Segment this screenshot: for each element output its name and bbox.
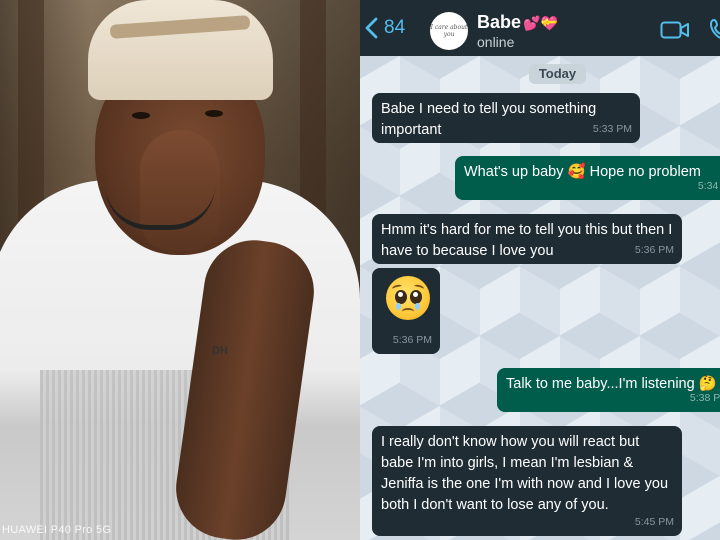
- message-text: Talk to me baby...I'm listening 🤔: [506, 376, 717, 392]
- emoji-tear: [396, 303, 401, 310]
- unread-count: 84: [384, 17, 406, 38]
- message-text: I really don't know how you will react b…: [381, 434, 669, 513]
- message-text: Hmm it's hard for me to tell you this bu…: [381, 222, 673, 259]
- chat-header: 84 I care about you Babe 💕💝 online: [360, 0, 720, 56]
- chat-screen: 84 I care about you Babe 💕💝 online Today …: [360, 0, 720, 540]
- message-bubble-outgoing[interactable]: What's up baby 🥰 Hope no problem 5:34 PM: [455, 156, 720, 200]
- shirt-logo: DH: [212, 345, 228, 357]
- message-bubble-outgoing[interactable]: Talk to me baby...I'm listening 🤔 5:38 P…: [497, 368, 720, 412]
- message-bubble-emoji[interactable]: 5:36 PM: [372, 268, 440, 354]
- message-bubble-incoming[interactable]: Hmm it's hard for me to tell you this bu…: [372, 214, 682, 264]
- message-time: 5:33 PM: [592, 123, 632, 135]
- photo-eye: [205, 110, 223, 117]
- contact-avatar[interactable]: I care about you: [430, 12, 468, 50]
- message-time: 5:34 PM: [697, 180, 720, 192]
- message-bubble-incoming[interactable]: I really don't know how you will react b…: [372, 426, 682, 536]
- emoji-tear: [415, 303, 420, 310]
- message-time: 5:36 PM: [634, 244, 674, 256]
- camera-watermark: HUAWEI P40 Pro 5G: [2, 524, 112, 536]
- phone-call-icon[interactable]: [710, 18, 720, 40]
- emoji-mouth: [402, 308, 414, 315]
- contact-status: online: [477, 34, 515, 50]
- message-text: What's up baby 🥰 Hope no problem: [464, 164, 701, 180]
- profile-photo: DH HUAWEI P40 Pro 5G: [0, 0, 360, 540]
- date-chip: Today: [529, 64, 586, 84]
- emoji-eye: [410, 290, 422, 304]
- back-button[interactable]: 84: [364, 14, 405, 42]
- message-bubble-incoming[interactable]: Babe I need to tell you something import…: [372, 93, 640, 143]
- message-time: 5:38 PM: [689, 392, 720, 404]
- contact-name-text: Babe: [477, 12, 522, 32]
- emoji-eye: [395, 290, 407, 304]
- heart-emoji-icon: 💕💝: [523, 15, 558, 31]
- message-time: 5:36 PM: [392, 334, 432, 346]
- message-time: 5:45 PM: [634, 516, 674, 528]
- contact-name[interactable]: Babe 💕💝: [477, 12, 558, 33]
- chevron-left-icon: [365, 17, 378, 39]
- video-call-icon[interactable]: [660, 20, 690, 40]
- photo-eye: [132, 112, 150, 119]
- avatar-text: I care about you: [430, 24, 468, 38]
- pleading-face-emoji-icon: [386, 276, 430, 320]
